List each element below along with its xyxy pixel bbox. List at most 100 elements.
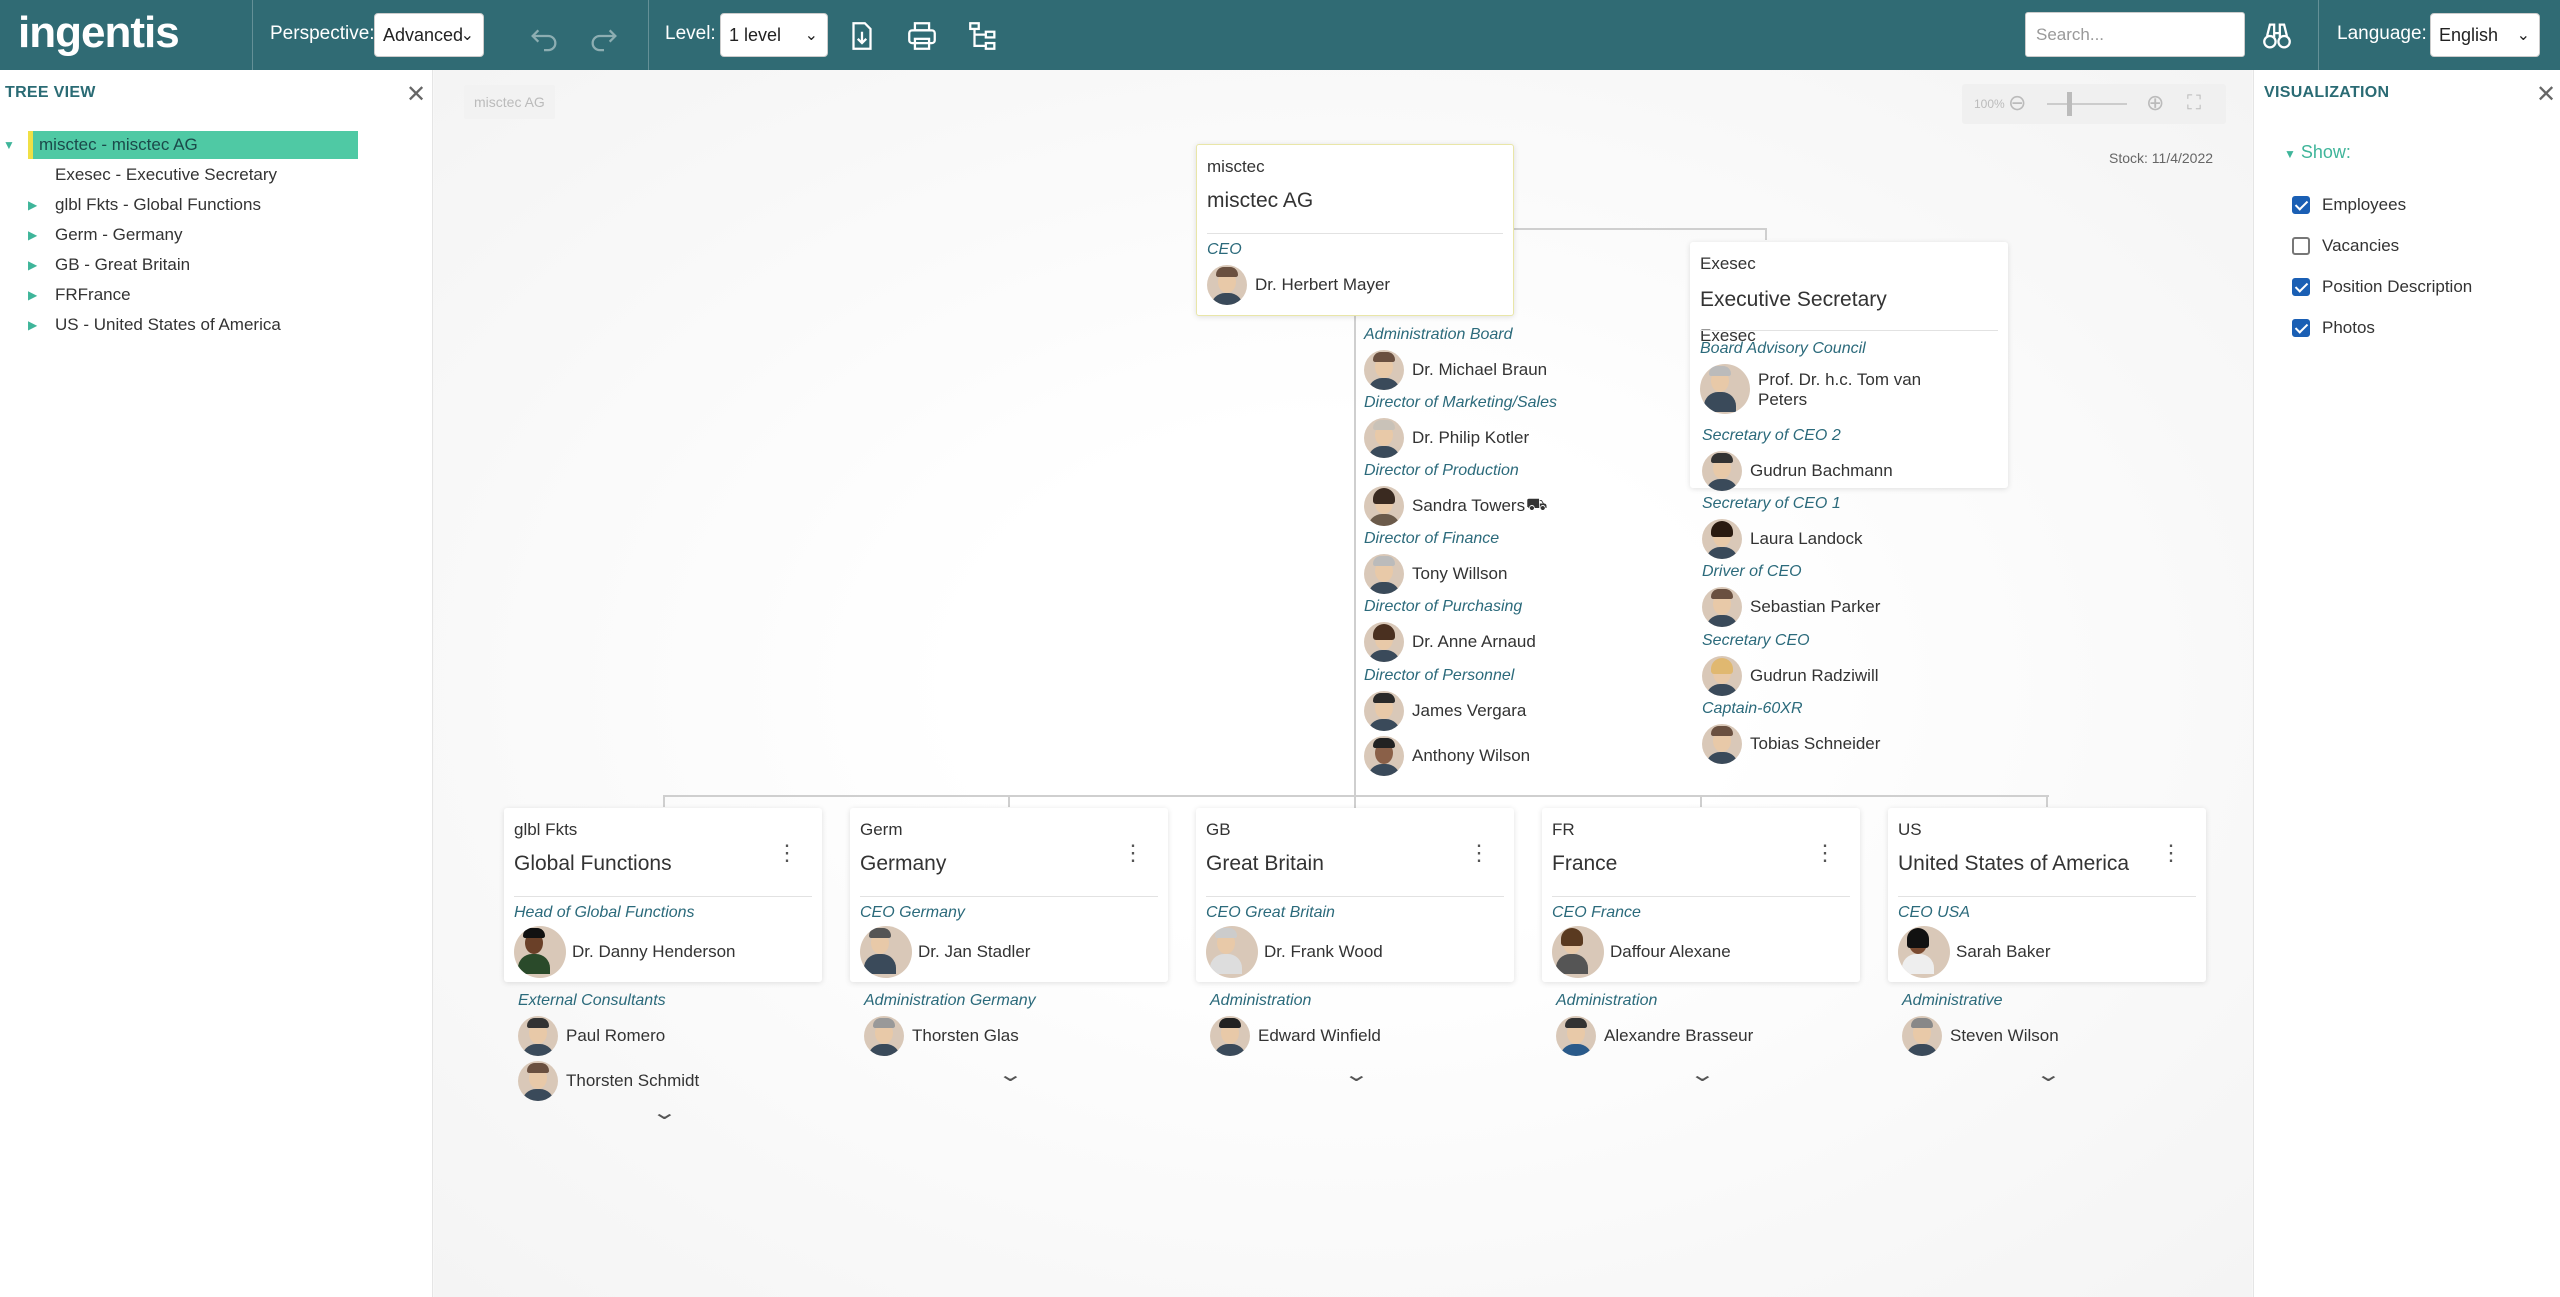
expand-chevron-icon[interactable]: ⌄ xyxy=(997,1062,1024,1087)
node-code: glbl Fkts xyxy=(514,820,578,839)
unit-card-usa[interactable]: US United States of America ⋮ CEO USA Sa… xyxy=(1888,808,2206,982)
avatar xyxy=(1702,451,1742,491)
expand-chevron-icon[interactable]: ⌄ xyxy=(1343,1062,1370,1087)
node-name: France xyxy=(1552,852,1618,875)
position-title: Administration xyxy=(1210,992,1312,1009)
zoom-slider[interactable] xyxy=(2047,103,2127,105)
avatar xyxy=(1206,926,1258,978)
tree-item-usa[interactable]: ▶ US - United States of America xyxy=(28,311,281,339)
redo-icon[interactable] xyxy=(587,19,621,53)
zoom-control[interactable]: 100% ⊖ ⊕ ⛶ xyxy=(1962,84,2226,124)
more-options-icon[interactable]: ⋮ xyxy=(1122,840,1144,866)
node-name: Great Britain xyxy=(1206,852,1324,875)
binoculars-icon[interactable] xyxy=(2260,19,2294,53)
more-options-icon[interactable]: ⋮ xyxy=(776,840,798,866)
avatar xyxy=(1902,1016,1942,1056)
collapsed-triangle-icon[interactable]: ▶ xyxy=(28,281,37,309)
position-title: Driver of CEO xyxy=(1702,563,1802,580)
tree-item-label: Exesec - Executive Secretary xyxy=(55,165,278,184)
breadcrumb[interactable]: misctec AG xyxy=(464,85,555,119)
photos-checkbox[interactable] xyxy=(2292,319,2310,337)
tree-item-global-functions[interactable]: ▶ glbl Fkts - Global Functions xyxy=(28,191,261,219)
node-code: misctec xyxy=(1207,157,1265,176)
tree-view-panel: TREE VIEW ✕ ▼ misctec - misctec AG Exese… xyxy=(0,70,433,1297)
zoom-slider-handle[interactable] xyxy=(2067,92,2072,116)
more-options-icon[interactable]: ⋮ xyxy=(1468,840,1490,866)
export-icon[interactable] xyxy=(845,19,879,53)
tree-item-label: Germ - Germany xyxy=(55,225,183,244)
structure-icon[interactable] xyxy=(966,19,1000,53)
tree-item-label: GB - Great Britain xyxy=(55,255,191,274)
position-title: CEO Great Britain xyxy=(1206,904,1335,921)
tree-item-france[interactable]: ▶ FRFrance xyxy=(28,281,131,309)
expand-chevron-icon[interactable]: ⌄ xyxy=(1689,1062,1716,1087)
search-input[interactable]: Search... xyxy=(2025,12,2245,57)
person-name: James Vergara xyxy=(1412,701,1527,720)
divider xyxy=(514,896,812,897)
expanded-triangle-icon: ▼ xyxy=(2284,147,2296,161)
show-section-toggle[interactable]: ▼ Show: xyxy=(2284,142,2351,163)
collapsed-triangle-icon[interactable]: ▶ xyxy=(28,221,37,249)
unit-card-france[interactable]: FR France ⋮ CEO France Daffour Alexane xyxy=(1542,808,1860,982)
collapsed-triangle-icon[interactable]: ▶ xyxy=(28,191,37,219)
position-title: Secretary CEO xyxy=(1702,632,1810,649)
undo-icon[interactable] xyxy=(527,19,561,53)
avatar xyxy=(1702,587,1742,627)
avatar xyxy=(864,1016,904,1056)
org-chart-canvas[interactable]: misctec AG 100% ⊖ ⊕ ⛶ Stock: 11/4/2022 m… xyxy=(434,70,2252,1297)
person-name: Tony Willson xyxy=(1412,564,1508,583)
fit-screen-icon[interactable]: ⛶ xyxy=(2187,92,2201,115)
node-name: United States of America xyxy=(1898,852,2130,875)
position-title: CEO Germany xyxy=(860,904,965,921)
person-name: Laura Landock xyxy=(1750,529,1863,548)
node-name: Global Functions xyxy=(514,852,672,875)
tree-view-title: TREE VIEW xyxy=(5,84,96,101)
stock-date: Stock: 11/4/2022 xyxy=(2109,150,2214,166)
ingentis-logo: ingentis xyxy=(18,8,180,57)
language-select[interactable]: English ⌄ xyxy=(2430,13,2540,57)
tree-item-exesec[interactable]: Exesec - Executive Secretary xyxy=(55,161,277,189)
close-icon[interactable]: ✕ xyxy=(2536,80,2556,109)
level-select[interactable]: 1 level ⌄ xyxy=(720,13,828,57)
zoom-value: 100% xyxy=(1974,97,2005,111)
connector-line xyxy=(663,795,665,807)
person-name: Prof. Dr. h.c. Tom van Peters xyxy=(1758,370,1921,410)
expand-chevron-icon[interactable]: ⌄ xyxy=(651,1100,678,1125)
node-name: Germany xyxy=(860,852,947,875)
language-label: Language: xyxy=(2337,23,2427,44)
avatar xyxy=(518,1061,558,1101)
perspective-select[interactable]: Advanced ⌄ xyxy=(374,13,484,57)
option-label: Position Description xyxy=(2322,277,2473,296)
vacancies-checkbox[interactable] xyxy=(2292,237,2310,255)
unit-card-great-britain[interactable]: GB Great Britain ⋮ CEO Great Britain Dr.… xyxy=(1196,808,1514,982)
person-name: Alexandre Brasseur xyxy=(1604,1026,1754,1045)
unit-card-germany[interactable]: Germ Germany ⋮ CEO Germany Dr. Jan Stadl… xyxy=(850,808,1168,982)
print-icon[interactable] xyxy=(905,19,939,53)
tree-item-great-britain[interactable]: ▶ GB - Great Britain xyxy=(28,251,191,279)
tree-item-misctec[interactable]: ▼ misctec - misctec AG xyxy=(3,131,358,159)
position-title: Administration Germany xyxy=(864,992,1036,1009)
close-icon[interactable]: ✕ xyxy=(406,80,426,109)
root-node-card[interactable]: misctec misctec AG CEO Dr. Herbert Mayer xyxy=(1196,144,1514,316)
person-name: Dr. Philip Kotler xyxy=(1412,428,1530,447)
chevron-down-icon: ⌄ xyxy=(804,27,818,44)
tree-item-germany[interactable]: ▶ Germ - Germany xyxy=(28,221,183,249)
position-title: Director of Production xyxy=(1364,462,1519,479)
expand-chevron-icon[interactable]: ⌄ xyxy=(2035,1062,2062,1087)
expanded-triangle-icon[interactable]: ▼ xyxy=(3,131,15,159)
more-options-icon[interactable]: ⋮ xyxy=(1814,840,1836,866)
zoom-in-icon[interactable]: ⊕ xyxy=(2146,90,2164,116)
exesec-node-content: Exesec Executive Secretary Board Advisor… xyxy=(1690,242,2008,488)
divider xyxy=(252,0,253,70)
position-title: Captain-60XR xyxy=(1702,700,1803,717)
avatar xyxy=(1552,926,1604,978)
avatar xyxy=(1210,1016,1250,1056)
collapsed-triangle-icon[interactable]: ▶ xyxy=(28,311,37,339)
employees-checkbox[interactable] xyxy=(2292,196,2310,214)
unit-card-global-functions[interactable]: glbl Fkts Global Functions ⋮ Head of Glo… xyxy=(504,808,822,982)
position-description-checkbox[interactable] xyxy=(2292,278,2310,296)
zoom-out-icon[interactable]: ⊖ xyxy=(2008,90,2026,116)
more-options-icon[interactable]: ⋮ xyxy=(2160,840,2182,866)
collapsed-triangle-icon[interactable]: ▶ xyxy=(28,251,37,279)
show-label: Show: xyxy=(2300,142,2351,162)
